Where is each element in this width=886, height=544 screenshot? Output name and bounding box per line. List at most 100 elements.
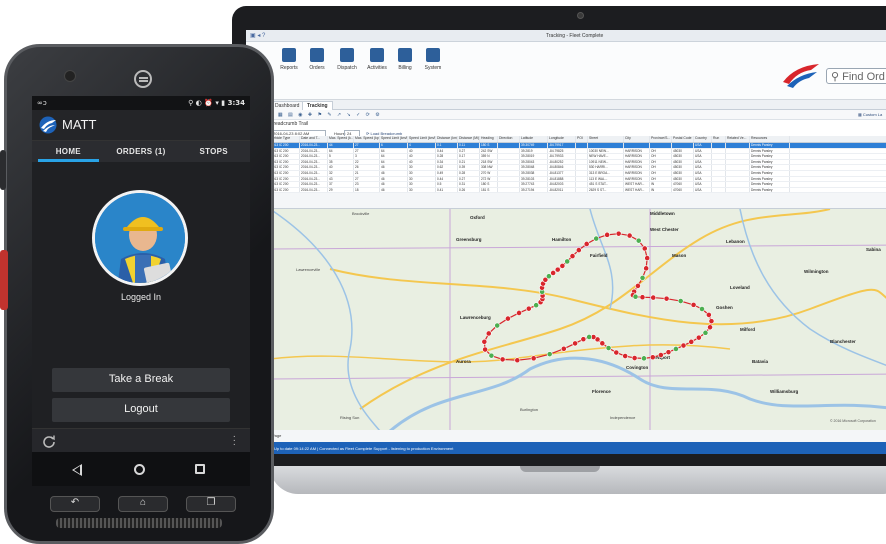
- breadcrumb-marker[interactable]: [482, 346, 489, 353]
- breadcrumb-marker[interactable]: [615, 230, 622, 237]
- breadcrumb-marker[interactable]: [605, 345, 612, 351]
- breadcrumb-marker[interactable]: [604, 231, 611, 238]
- breadcrumb-marker[interactable]: [546, 351, 553, 358]
- search-input[interactable]: ⚲ Find Ord: [826, 68, 886, 84]
- breadcrumb-marker[interactable]: [525, 305, 532, 312]
- breadcrumb-marker[interactable]: [488, 352, 495, 359]
- breadcrumb-marker[interactable]: [499, 356, 506, 363]
- breadcrumb-marker[interactable]: [516, 310, 522, 316]
- breadcrumb-marker[interactable]: [641, 245, 648, 252]
- breadcrumb-marker[interactable]: [569, 253, 576, 260]
- breadcrumb-marker[interactable]: [593, 235, 600, 242]
- breadcrumb-marker[interactable]: [631, 355, 638, 361]
- quick-access-icons[interactable]: ▣ ◂ ?: [250, 32, 265, 39]
- logout-button[interactable]: Logout: [52, 398, 230, 422]
- ribbon-reports-button[interactable]: Reports: [276, 48, 302, 71]
- tab-tracking[interactable]: Tracking: [302, 101, 333, 110]
- breadcrumb-marker[interactable]: [639, 275, 646, 281]
- breadcrumb-marker[interactable]: [580, 336, 587, 343]
- breadcrumb-marker[interactable]: [599, 340, 606, 347]
- table-row[interactable]: 2013 IC 200 2016-04-23... 29 18 46 30 0.41 0.26…: [270, 187, 886, 194]
- hw-home-button[interactable]: ⌂: [118, 496, 168, 512]
- map-view[interactable]: Greensburg Oxford Hamilton West Chester …: [270, 208, 886, 430]
- breadcrumb-marker[interactable]: [481, 338, 488, 345]
- toolbar-icons[interactable]: ◂ ▦ ▤ ◉ ✚ ⚑ ✎ ↗ ↘ ✓ ⟳ ⚙: [270, 112, 382, 118]
- breadcrumb-marker[interactable]: [705, 311, 712, 318]
- volume-button[interactable]: [0, 150, 6, 190]
- breadcrumb-marker[interactable]: [530, 355, 537, 362]
- ribbon-billing-button[interactable]: Billing: [392, 48, 418, 71]
- custom-layout-link[interactable]: ▦ Custom La: [858, 112, 882, 117]
- ptt-button[interactable]: [0, 250, 8, 310]
- grid-cell: IN: [650, 182, 672, 187]
- breadcrumb-marker[interactable]: [613, 349, 620, 356]
- breadcrumb-marker[interactable]: [639, 294, 646, 301]
- breadcrumb-marker[interactable]: [505, 315, 511, 322]
- grid-cell: HARRISON: [624, 154, 650, 159]
- nav-home-icon[interactable]: [134, 464, 145, 475]
- breadcrumb-marker[interactable]: [702, 329, 709, 336]
- breadcrumb-marker[interactable]: [641, 355, 647, 362]
- breadcrumb-marker[interactable]: [560, 345, 567, 352]
- grid-cell: 2013 IC 200: [270, 165, 300, 170]
- breadcrumb-marker[interactable]: [485, 330, 492, 337]
- breadcrumb-marker[interactable]: [644, 255, 651, 261]
- breadcrumb-marker[interactable]: [673, 346, 679, 352]
- breadcrumb-marker[interactable]: [564, 258, 571, 265]
- grid-cell: USA: [694, 154, 712, 159]
- tab-home[interactable]: HOME: [32, 141, 105, 162]
- hw-recent-button[interactable]: ❐: [186, 496, 236, 512]
- breadcrumb-marker[interactable]: [680, 342, 687, 349]
- take-break-button[interactable]: Take a Break: [52, 368, 230, 392]
- breadcrumb-marker[interactable]: [632, 293, 639, 300]
- ribbon-activities-button[interactable]: Activities: [364, 48, 390, 71]
- breadcrumb-marker[interactable]: [663, 295, 670, 302]
- breadcrumb-marker[interactable]: [677, 298, 684, 304]
- ribbon-system-button[interactable]: System: [420, 48, 446, 71]
- breadcrumb-marker[interactable]: [635, 282, 641, 289]
- grid-cell: Dennis Parsley: [750, 143, 790, 148]
- breadcrumb-marker[interactable]: [643, 265, 650, 272]
- breadcrumb-marker[interactable]: [554, 266, 561, 273]
- hw-back-button[interactable]: ↶: [50, 496, 100, 512]
- breadcrumb-marker[interactable]: [622, 353, 629, 359]
- grid-cell: USA: [694, 182, 712, 187]
- breadcrumb-marker[interactable]: [649, 354, 656, 361]
- breadcrumb-marker[interactable]: [583, 241, 590, 247]
- breadcrumb-marker[interactable]: [688, 338, 695, 345]
- breadcrumb-marker[interactable]: [559, 263, 566, 269]
- grid-cell: 39.28048: [520, 165, 548, 170]
- breadcrumb-marker[interactable]: [650, 294, 657, 301]
- breadcrumb-marker[interactable]: [494, 322, 501, 329]
- breadcrumb-marker[interactable]: [665, 349, 672, 356]
- nav-back-icon[interactable]: [72, 464, 82, 476]
- breadcrumb-marker[interactable]: [657, 352, 664, 358]
- breadcrumb-marker[interactable]: [575, 247, 582, 253]
- ribbon-dispatch-button[interactable]: Dispatch: [334, 48, 360, 71]
- grid-cell: 2629 S ST...: [588, 187, 624, 193]
- breadcrumb-marker[interactable]: [699, 306, 705, 312]
- breadcrumb-marker[interactable]: [514, 357, 521, 364]
- tab-dashboard[interactable]: Dashboard: [270, 101, 305, 110]
- breadcrumb-marker[interactable]: [690, 301, 697, 308]
- table-header[interactable]: Vehicle Type Date and T... Max. Speed (k..…: [270, 136, 886, 143]
- breadcrumb-marker[interactable]: [550, 270, 557, 276]
- breadcrumb-marker[interactable]: [635, 237, 642, 244]
- nav-recents-icon[interactable]: [195, 464, 205, 474]
- grid-cell: Max. Speed (k...: [329, 136, 354, 142]
- grid-cell: 0.62: [436, 165, 458, 170]
- breadcrumb-marker[interactable]: [695, 334, 702, 341]
- document-tabs: Dashboard Tracking: [246, 100, 886, 110]
- sync-icon[interactable]: [42, 434, 56, 448]
- breadcrumb-marker[interactable]: [586, 334, 593, 340]
- ribbon-orders-button[interactable]: Orders: [304, 48, 330, 71]
- tab-stops[interactable]: STOPS: [177, 141, 250, 162]
- grid-cell: 21: [354, 170, 380, 176]
- breadcrumb-marker[interactable]: [572, 340, 579, 347]
- breadcrumb-marker[interactable]: [707, 324, 713, 331]
- tab-orders[interactable]: ORDERS (1): [105, 141, 178, 162]
- grid-cell: [576, 159, 588, 165]
- breadcrumb-marker[interactable]: [626, 232, 633, 239]
- breadcrumb-marker[interactable]: [708, 318, 715, 325]
- overflow-menu-icon[interactable]: · · ·: [233, 432, 236, 450]
